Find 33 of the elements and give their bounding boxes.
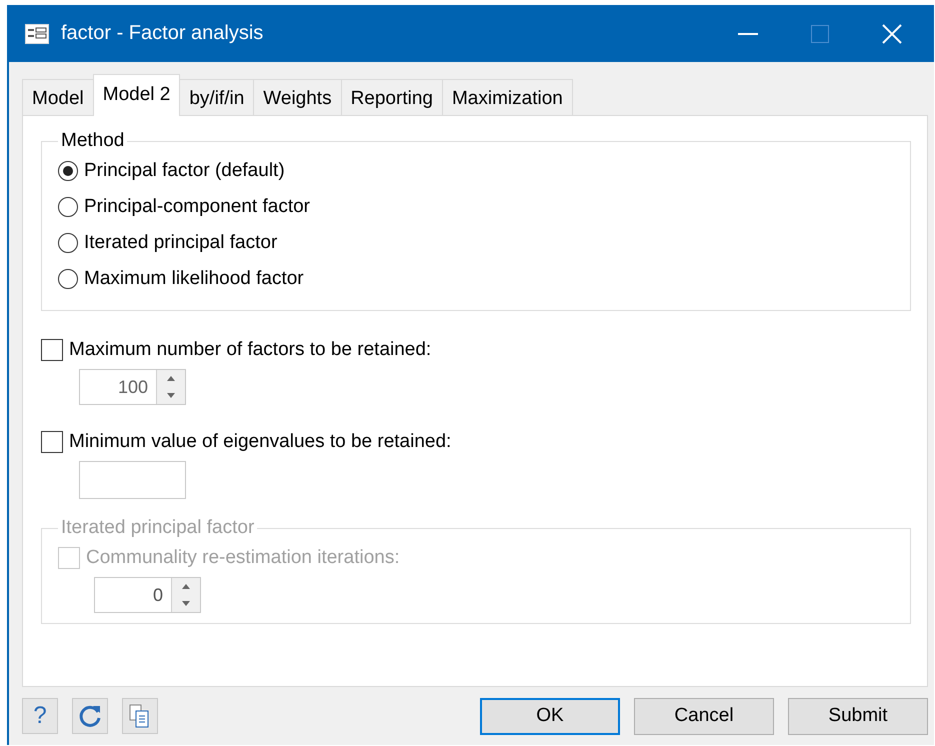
spinner-value: 100 (116, 376, 149, 399)
help-button[interactable]: ? (22, 698, 58, 734)
checkbox-label: Minimum value of eigenvalues to be retained: (69, 431, 452, 453)
radio-button[interactable] (58, 197, 78, 217)
dialog-button[interactable]: OK (480, 698, 620, 734)
tab[interactable]: Model 2 (92, 74, 180, 116)
group-title: Iterated principal factor (60, 517, 256, 539)
radio-label: Iterated principal factor (84, 232, 278, 254)
radio-label: Principal-component factor (84, 196, 310, 218)
checkbox-label: Communality re-estimation iterations: (86, 547, 400, 569)
input-field[interactable] (79, 461, 186, 499)
checkbox[interactable] (41, 339, 63, 361)
minimize-icon[interactable] (738, 32, 758, 34)
radio-button[interactable] (58, 269, 78, 289)
copy-button[interactable] (122, 698, 158, 734)
number-spinner[interactable]: 100 (79, 369, 186, 405)
dialog-button[interactable]: Cancel (634, 698, 774, 734)
tab[interactable]: Maximization (442, 79, 573, 116)
reset-button[interactable] (72, 698, 108, 734)
refresh-icon (77, 703, 103, 729)
spinner-value: 0 (152, 584, 164, 607)
radio-label: Maximum likelihood factor (84, 268, 304, 290)
group-title: Method (60, 130, 126, 152)
dialog-icon (25, 24, 49, 44)
checkbox-label: Maximum number of factors to be retained: (69, 339, 432, 361)
radio-label: Principal factor (default) (84, 160, 285, 182)
radio-button[interactable] (58, 161, 78, 181)
dialog-button[interactable]: Submit (788, 698, 928, 734)
window-title: factor - Factor analysis (61, 22, 264, 45)
close-icon[interactable] (882, 24, 902, 44)
tab[interactable]: Model (22, 79, 94, 116)
radio-button[interactable] (58, 233, 78, 253)
checkbox[interactable] (41, 431, 63, 453)
